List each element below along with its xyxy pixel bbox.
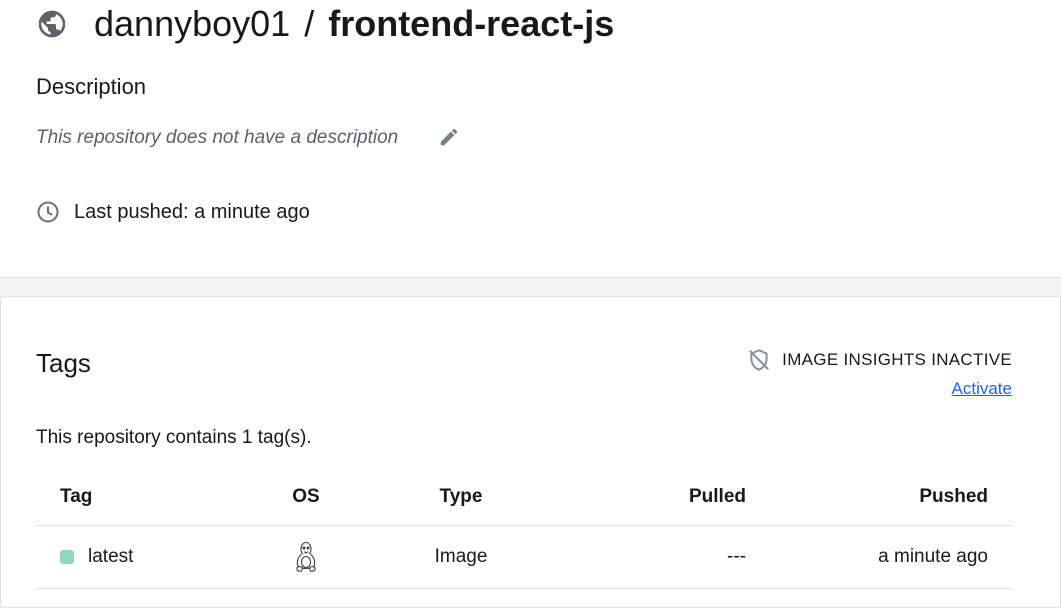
image-insights-label: IMAGE INSIGHTS INACTIVE (782, 350, 1012, 369)
column-header-os: OS (292, 486, 320, 507)
tag-count-text: This repository contains 1 tag(s). (36, 427, 312, 448)
tag-cell: latest (36, 546, 236, 568)
description-heading: Description (36, 74, 147, 99)
type-cell: Image (434, 546, 488, 567)
repo-title: dannyboy01 / frontend-react-js (36, 0, 614, 48)
tags-card: Tags IMAGE INSIGHTS INACTIVE Activate Th… (0, 296, 1061, 608)
last-pushed: Last pushed: a minute ago (36, 200, 310, 224)
tags-table: Tag OS Type Pulled Pushed latest Image -… (36, 469, 1012, 589)
repo-owner[interactable]: dannyboy01 (94, 3, 290, 44)
pencil-icon[interactable] (438, 126, 460, 148)
image-insights: IMAGE INSIGHTS INACTIVE Activate (746, 347, 1012, 399)
description-text: This repository does not have a descript… (36, 127, 399, 148)
tags-heading: Tags (36, 348, 91, 378)
repo-name: frontend-react-js (328, 3, 615, 44)
pulled-cell: --- (727, 546, 746, 567)
linux-icon (293, 541, 319, 573)
column-header-type: Type (439, 486, 483, 507)
repository-header: dannyboy01 / frontend-react-js Descripti… (0, 0, 1061, 278)
tag-status-dot (60, 550, 74, 564)
tag-name-link[interactable]: latest (88, 546, 133, 568)
table-row[interactable]: latest Image --- a minute ago (36, 526, 1012, 589)
column-header-tag: Tag (60, 486, 93, 507)
clock-icon (36, 200, 60, 224)
title-separator: / (304, 3, 315, 44)
activate-link[interactable]: Activate (952, 379, 1012, 399)
table-header: Tag OS Type Pulled Pushed (36, 469, 1012, 526)
column-header-pushed: Pushed (919, 486, 988, 507)
os-cell (236, 541, 376, 573)
column-header-pulled: Pulled (688, 486, 746, 507)
pushed-cell: a minute ago (878, 546, 988, 567)
shield-off-icon (746, 347, 772, 373)
globe-icon (36, 8, 68, 40)
last-pushed-text: Last pushed: a minute ago (74, 200, 310, 223)
